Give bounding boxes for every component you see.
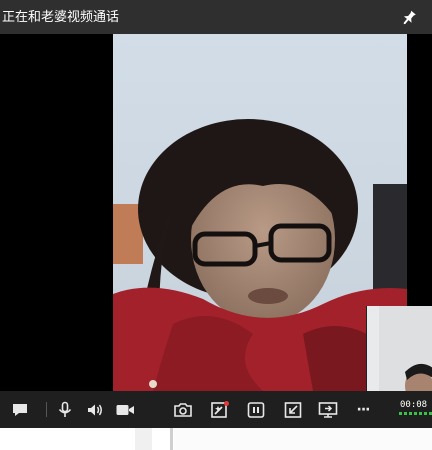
call-toolbar: ··· 00:08 (0, 391, 432, 428)
background-panel (135, 428, 152, 450)
effects-icon[interactable] (209, 399, 231, 421)
microphone-icon[interactable] (54, 399, 76, 421)
background-divider (170, 428, 173, 450)
pause-icon[interactable] (245, 399, 267, 421)
pin-icon[interactable] (399, 8, 419, 28)
title-bar[interactable]: 正在和老婆视频通话 (0, 0, 432, 34)
call-timer: 00:08 (400, 400, 428, 410)
speaker-icon[interactable] (84, 399, 106, 421)
remote-video (113, 34, 407, 391)
more-icon[interactable]: ··· (352, 399, 374, 421)
background-page (0, 428, 432, 450)
minimize-icon[interactable] (282, 399, 304, 421)
screen-share-icon[interactable] (317, 399, 339, 421)
video-call-window: 正在和老婆视频通话 ··· 00:08 (0, 0, 432, 428)
screenshot-icon[interactable] (172, 399, 194, 421)
signal-strength-indicator (399, 412, 432, 415)
video-area (0, 34, 432, 425)
chat-icon[interactable] (9, 399, 31, 421)
background-panel (174, 428, 432, 450)
toolbar-divider (46, 402, 47, 417)
window-title: 正在和老婆视频通话 (2, 10, 120, 25)
camera-toggle-icon[interactable] (114, 399, 136, 421)
